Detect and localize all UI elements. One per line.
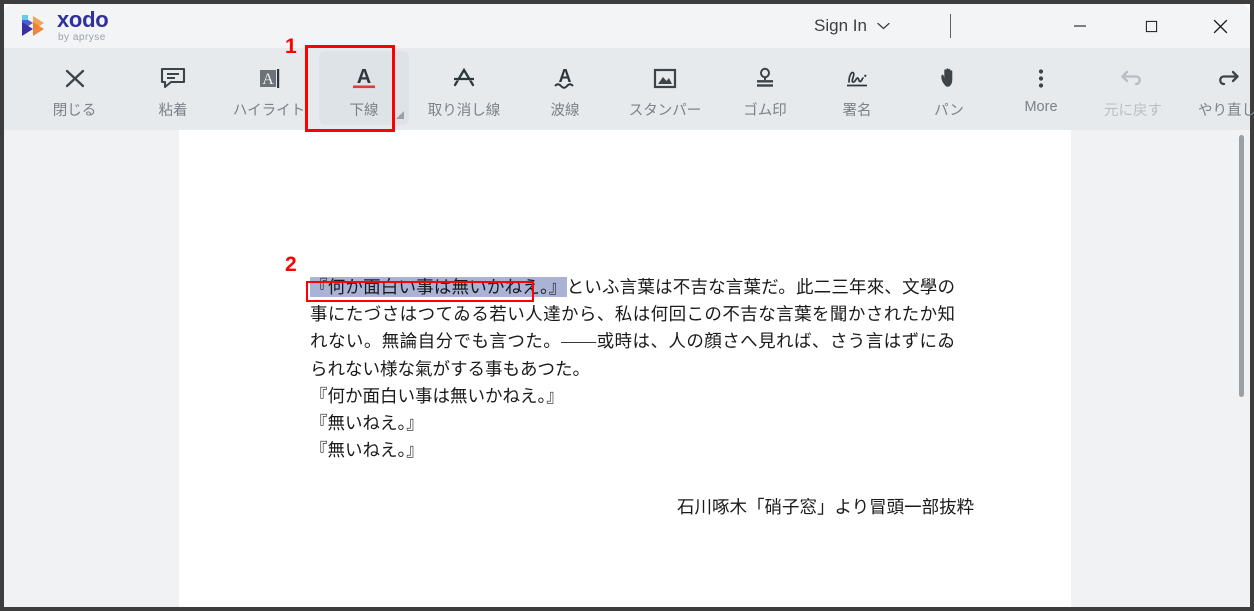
- selected-underline-text[interactable]: 『何か面白い事は無いかねえ。』: [310, 277, 567, 297]
- tool-undo-label: 元に戻す: [1104, 103, 1162, 119]
- close-x-icon: [62, 62, 88, 94]
- titlebar-divider: [950, 14, 951, 38]
- tool-pan[interactable]: パン: [903, 51, 995, 125]
- tool-strikethrough-label: 取り消し線: [427, 103, 501, 119]
- tool-squiggly[interactable]: A 波線: [519, 51, 611, 125]
- tool-rubber-stamp[interactable]: ゴム印: [719, 51, 811, 125]
- text-highlight-icon: A: [255, 62, 283, 94]
- strikethrough-icon: [449, 62, 479, 94]
- sticky-note-icon: [159, 62, 187, 94]
- sign-in-label: Sign In: [814, 16, 867, 35]
- rubber-stamp-icon: [751, 62, 779, 94]
- squiggly-underline-icon: A: [550, 62, 580, 94]
- signature-icon: [842, 62, 872, 94]
- title-bar: xodo by apryse Sign In: [4, 4, 1250, 48]
- svg-text:A: A: [262, 71, 274, 88]
- document-line-4: 『無いねえ。』: [310, 440, 424, 461]
- tool-underline-label: 下線: [349, 103, 379, 119]
- tool-close-label: 閉じる: [52, 103, 97, 119]
- tool-signature[interactable]: 署名: [811, 51, 903, 125]
- pdf-viewer-area: 『何か面白い事は無いかねえ。』といふ言葉は不吉な言葉だ。此二三年來、文學の事にた…: [4, 130, 1250, 607]
- more-vertical-dots-icon: [1029, 62, 1053, 94]
- tool-highlight-label: ハイライト: [232, 103, 306, 119]
- maximize-button[interactable]: [1128, 4, 1175, 48]
- brand-name: xodo: [57, 7, 109, 32]
- vertical-scrollbar-track[interactable]: [1238, 130, 1248, 607]
- document-body-text: 『何か面白い事は無いかねえ。』といふ言葉は不吉な言葉だ。此二三年來、文學の事にた…: [310, 274, 955, 464]
- tool-rubber-stamp-label: ゴム印: [743, 103, 787, 119]
- tool-more-label: More: [1024, 99, 1058, 115]
- tool-squiggly-label: 波線: [550, 103, 580, 119]
- vertical-scrollbar-thumb[interactable]: [1239, 135, 1244, 397]
- pan-hand-icon: [935, 62, 963, 94]
- brand-tagline: by apryse: [58, 32, 106, 43]
- document-line-3: 『無いねえ。』: [310, 413, 424, 434]
- close-icon: [1213, 19, 1228, 33]
- undo-arrow-icon: [1118, 62, 1148, 94]
- sign-in-menu[interactable]: Sign In: [814, 16, 890, 36]
- redo-arrow-icon: [1212, 62, 1242, 94]
- tool-sticky-note[interactable]: 粘着: [127, 51, 219, 125]
- tool-redo-label: やり直し: [1198, 103, 1254, 119]
- tool-stamp-image[interactable]: スタンパー: [611, 51, 719, 125]
- document-paragraph-1: 『何か面白い事は無いかねえ。』といふ言葉は不吉な言葉だ。此二三年來、文學の事にた…: [310, 274, 955, 383]
- tool-more[interactable]: More: [995, 51, 1087, 125]
- tool-underline-expand-triangle[interactable]: [396, 111, 404, 119]
- annotation-marker-2: 2: [285, 253, 297, 276]
- document-line-2: 『何か面白い事は無いかねえ。』: [310, 385, 564, 406]
- tool-highlight[interactable]: A ハイライト: [219, 51, 319, 125]
- tool-redo[interactable]: やり直し: [1179, 51, 1254, 125]
- tool-signature-label: 署名: [842, 103, 872, 119]
- tool-undo[interactable]: 元に戻す: [1087, 51, 1179, 125]
- chevron-down-icon: [877, 22, 890, 30]
- tool-strikethrough[interactable]: 取り消し線: [409, 51, 519, 125]
- close-window-button[interactable]: [1197, 4, 1244, 48]
- tool-pan-label: パン: [934, 103, 964, 119]
- app-logo[interactable]: xodo by apryse: [20, 7, 109, 43]
- minimize-icon: [1073, 25, 1086, 27]
- tool-close[interactable]: 閉じる: [22, 51, 127, 125]
- tool-underline[interactable]: A 下線: [319, 51, 409, 125]
- annotation-toolbar: 閉じる 粘着 A ハイライト A 下線 取り消し線 A 波線 スタンパー ゴム印…: [4, 48, 1254, 130]
- document-attribution: 石川啄木「硝子窓」より冒頭一部抜粋: [677, 497, 975, 517]
- annotation-marker-1: 1: [285, 35, 297, 58]
- pdf-page[interactable]: 『何か面白い事は無いかねえ。』といふ言葉は不吉な言葉だ。此二三年來、文學の事にた…: [179, 130, 1071, 607]
- tool-stamp-image-label: スタンパー: [628, 103, 702, 119]
- svg-text:A: A: [559, 66, 572, 86]
- underline-icon: A: [349, 62, 379, 94]
- window-bottom-edge: [0, 607, 1254, 611]
- xodo-app-window: xodo by apryse Sign In 閉じる 粘着 A ハイライト A …: [0, 0, 1254, 611]
- maximize-icon: [1145, 20, 1158, 32]
- xodo-logo-icon: [22, 15, 44, 36]
- image-stamp-icon: [651, 62, 679, 94]
- tool-sticky-note-label: 粘着: [158, 103, 188, 119]
- svg-text:A: A: [357, 66, 371, 88]
- minimize-button[interactable]: [1056, 4, 1103, 48]
